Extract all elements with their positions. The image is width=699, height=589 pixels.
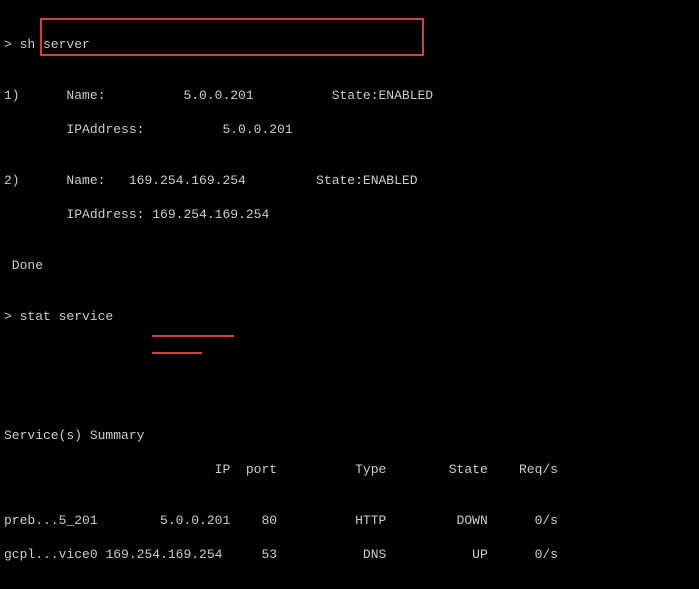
name-label: Name: <box>66 173 105 188</box>
server-row-2-ip: IPAddress: 169.254.169.254 <box>4 206 695 223</box>
state-label: State: <box>316 173 363 188</box>
cmd-sh-server: > sh server <box>4 36 695 53</box>
service-summary-header: Service(s) Summary <box>4 427 695 444</box>
state-value: ENABLED <box>363 173 418 188</box>
service-row: preb...5_201 5.0.0.201 80 HTTP DOWN 0/s <box>4 512 695 529</box>
ip-label: IPAddress: <box>66 207 144 222</box>
idx: 1) <box>4 88 20 103</box>
svc-name: preb...5_201 <box>4 513 98 528</box>
svc-ip: 169.254.169.254 <box>105 547 222 562</box>
idx: 2) <box>4 173 20 188</box>
service-columns: IP port Type State Req/s <box>4 461 695 478</box>
svc-state: UP <box>472 547 488 562</box>
ip-value: 169.254.169.254 <box>152 207 269 222</box>
col-port: port <box>246 462 277 477</box>
terminal-output[interactable]: > sh server 1) Name: 5.0.0.201 State:ENA… <box>0 0 699 589</box>
ip-label: IPAddress: <box>66 122 144 137</box>
state-value: ENABLED <box>379 88 434 103</box>
done-1: Done <box>4 257 695 274</box>
col-type: Type <box>355 462 386 477</box>
server-row-1-ip: IPAddress: 5.0.0.201 <box>4 121 695 138</box>
state-label: State: <box>332 88 379 103</box>
underline-server-name-icon <box>152 335 234 337</box>
svc-port: 80 <box>261 513 277 528</box>
cmd-stat-service: > stat service <box>4 308 695 325</box>
name-label: Name: <box>66 88 105 103</box>
name-value: 5.0.0.201 <box>183 88 253 103</box>
svc-ip: 5.0.0.201 <box>160 513 230 528</box>
blank <box>4 342 695 359</box>
col-ip: IP <box>215 462 231 477</box>
svc-name: gcpl...vice0 <box>4 547 98 562</box>
svc-type: DNS <box>363 547 386 562</box>
svc-port: 53 <box>261 547 277 562</box>
server-row-1: 1) Name: 5.0.0.201 State:ENABLED <box>4 87 695 104</box>
col-state: State <box>449 462 488 477</box>
service-row: gcpl...vice0 169.254.169.254 53 DNS UP 0… <box>4 546 695 563</box>
svc-reqs: 0/s <box>535 513 558 528</box>
svc-reqs: 0/s <box>535 547 558 562</box>
col-reqs: Req/s <box>519 462 558 477</box>
blank <box>4 376 695 393</box>
server-row-2: 2) Name: 169.254.169.254 State:ENABLED <box>4 172 695 189</box>
svc-state: DOWN <box>457 513 488 528</box>
ip-value: 5.0.0.201 <box>222 122 292 137</box>
svc-type: HTTP <box>355 513 386 528</box>
name-value: 169.254.169.254 <box>129 173 246 188</box>
